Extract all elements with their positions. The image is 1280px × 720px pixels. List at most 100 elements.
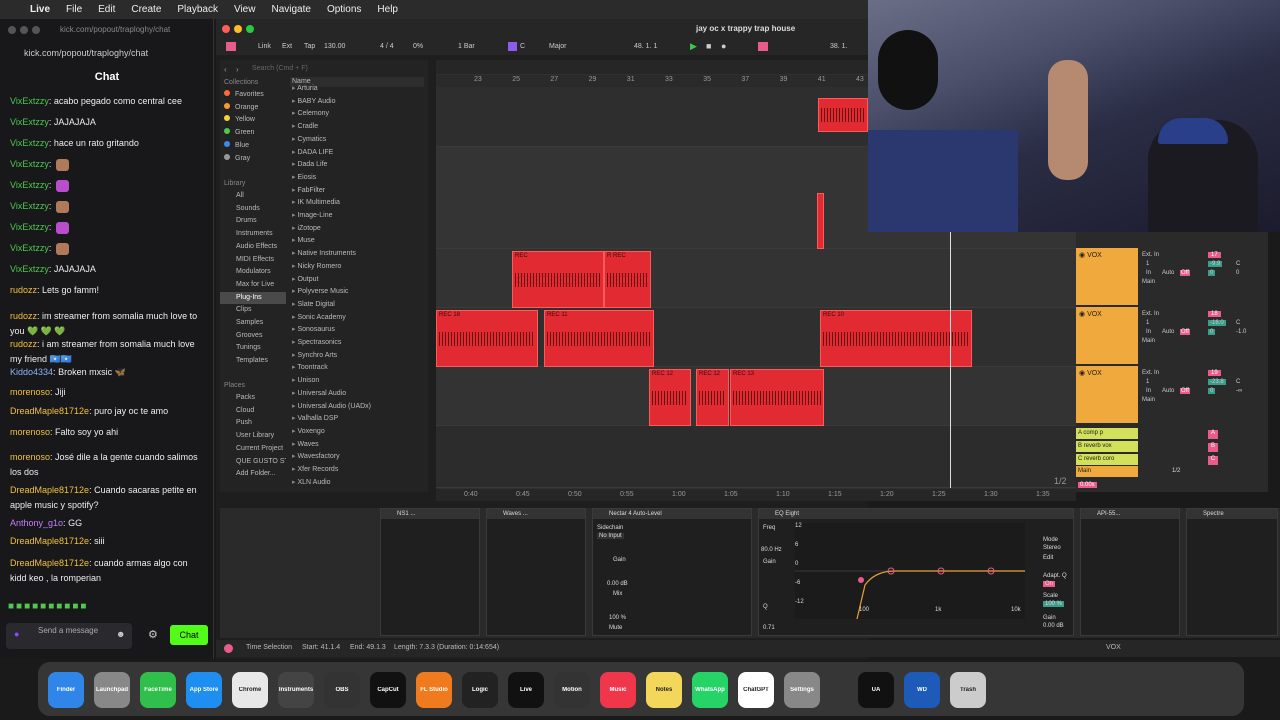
plugin-folder[interactable]: ▸ DADA LIFE [292, 147, 426, 160]
key-menu[interactable]: C [520, 43, 525, 50]
window-zoom-button[interactable] [32, 26, 40, 34]
mix-value[interactable]: 100 % [609, 615, 626, 621]
input-channel-select[interactable]: 1 [1146, 320, 1149, 326]
plugin-folder[interactable]: ▸ BABY Audio [292, 96, 426, 109]
chat-username[interactable]: VixExtzzy [10, 243, 49, 253]
chat-username[interactable]: DreadMaple81712e [10, 558, 89, 568]
track-pan[interactable]: C [1236, 379, 1240, 385]
audio-clip[interactable]: REC [512, 251, 604, 308]
window-minimize-button[interactable] [234, 25, 242, 33]
microphone-icon[interactable]: ● [14, 629, 19, 639]
info-icon[interactable] [224, 644, 233, 653]
plugin-folder[interactable]: ▸ Cradle [292, 121, 426, 134]
return-track-b[interactable]: B reverb vox [1076, 441, 1138, 452]
monitor-auto[interactable]: Auto [1162, 270, 1174, 276]
plugin-folder[interactable]: ▸ FabFilter [292, 185, 426, 198]
track-number[interactable]: 19 [1208, 370, 1221, 376]
library-item[interactable]: Tunings [220, 342, 286, 355]
chat-username[interactable]: VixExtzzy [10, 117, 49, 127]
window-close-button[interactable] [8, 26, 16, 34]
plugin-folder[interactable]: ▸ Image-Line [292, 210, 426, 223]
window-close-button[interactable] [222, 25, 230, 33]
track-fold-icon[interactable]: ◉ [1079, 252, 1087, 259]
menu-edit[interactable]: Edit [98, 4, 115, 15]
chrome-app-icon[interactable]: Chrome [232, 672, 268, 708]
track-fold-icon[interactable]: ◉ [1079, 311, 1087, 318]
track-number[interactable]: 18 [1208, 311, 1221, 317]
places-item[interactable]: Push [224, 417, 286, 430]
plugin-folder[interactable]: ▸ Universal Audio (UADx) [292, 401, 426, 414]
places-item[interactable]: QUE GUSTO ST [224, 456, 286, 469]
monitor-auto[interactable]: Auto [1162, 329, 1174, 335]
forward-icon[interactable]: › [236, 65, 239, 74]
settings-icon[interactable]: ⚙ [148, 628, 158, 641]
chat-username[interactable]: rudozz [10, 285, 37, 295]
chat-username[interactable]: VixExtzzy [10, 180, 49, 190]
places-item[interactable]: Packs [224, 392, 286, 405]
input-type-select[interactable]: Ext. In [1142, 311, 1159, 317]
plugin-device[interactable]: Nectar 4 Auto-Level Sidechain No Input G… [592, 508, 752, 636]
back-icon[interactable]: ‹ [224, 65, 227, 74]
stop-icon[interactable]: ■ [706, 41, 711, 51]
eq-eight-device[interactable]: EQ Eight Freq 80.0 Hz Gain Q 0.71 12 6 0 -6… [758, 508, 1074, 636]
return-track-c[interactable]: C reverb coro [1076, 454, 1138, 465]
chat-username[interactable]: VixExtzzy [10, 222, 49, 232]
menu-create[interactable]: Create [131, 4, 161, 15]
library-item[interactable]: Drums [220, 215, 286, 228]
plugin-folder[interactable]: ▸ Synchro Arts [292, 350, 426, 363]
plugin-folder[interactable]: ▸ Arturia [292, 83, 426, 96]
freq-value[interactable]: 80.0 Hz [761, 547, 782, 553]
chat-username[interactable]: morenoso [10, 427, 50, 437]
selected-track[interactable]: VOX [1106, 644, 1121, 651]
menu-navigate[interactable]: Navigate [271, 4, 310, 15]
arrangement-position[interactable]: 48. 1. 1 [634, 43, 657, 50]
send-a[interactable]: 0 [1208, 329, 1216, 335]
menu-view[interactable]: View [234, 4, 256, 15]
plugin-folder[interactable]: ▸ Spectrasonics [292, 337, 426, 350]
plugin-folder[interactable]: ▸ Wavesfactory [292, 451, 426, 464]
places-item[interactable]: Cloud [224, 405, 286, 418]
chat-username[interactable]: DreadMaple81712e [10, 406, 89, 416]
return-a-button[interactable]: A [1208, 430, 1218, 439]
collection-item[interactable]: Orange [224, 102, 264, 115]
ua-app-icon[interactable]: UA [858, 672, 894, 708]
gain-value[interactable]: 0.00 dB [607, 581, 628, 587]
chat-username[interactable]: VixExtzzy [10, 159, 49, 169]
trash-app-icon[interactable]: Trash [950, 672, 986, 708]
window-zoom-button[interactable] [246, 25, 254, 33]
library-item[interactable]: Clips [220, 304, 286, 317]
plugin-folder[interactable]: ▸ Eiosis [292, 172, 426, 185]
plugin-folder[interactable]: ▸ Output [292, 274, 426, 287]
emoji-icon[interactable]: ☻ [116, 629, 125, 639]
menu-file[interactable]: File [66, 4, 82, 15]
input-channel-select[interactable]: 1 [1146, 261, 1149, 267]
plugin-folder[interactable]: ▸ Muse [292, 235, 426, 248]
library-item[interactable]: Modulators [220, 266, 286, 279]
settings-app-icon[interactable]: Settings [784, 672, 820, 708]
places-item[interactable]: Current Project [224, 443, 286, 456]
menu-playback[interactable]: Playback [177, 4, 218, 15]
loop-end-field[interactable]: 38. 1. [830, 43, 848, 50]
places-item[interactable]: Add Folder... [224, 468, 286, 481]
collection-item[interactable]: Yellow [224, 114, 264, 127]
monitor-in[interactable]: In [1146, 388, 1151, 394]
chat-username[interactable]: Kiddo4334 [10, 367, 53, 377]
track-volume[interactable]: -9.9 [1208, 261, 1223, 267]
chat-username[interactable]: morenoso [10, 387, 50, 397]
track-fold-icon[interactable]: ◉ [1079, 370, 1087, 377]
places-item[interactable]: User Library [224, 430, 286, 443]
library-item[interactable]: Max for Live [220, 279, 286, 292]
scale-mode-toggle[interactable] [508, 42, 517, 51]
facetime-app-icon[interactable]: FaceTime [140, 672, 176, 708]
quantize-menu[interactable]: 1 Bar [458, 43, 475, 50]
return-b-button[interactable]: B [1208, 443, 1218, 452]
library-item[interactable]: Plug-Ins [220, 291, 286, 305]
link-toggle[interactable]: Link [258, 43, 271, 50]
stereo-mode[interactable]: Stereo [1043, 545, 1061, 551]
plugin-folder[interactable]: ▸ Nicky Romero [292, 261, 426, 274]
plugin-folder[interactable]: ▸ Cymatics [292, 134, 426, 147]
menu-options[interactable]: Options [327, 4, 361, 15]
library-item[interactable]: Samples [220, 317, 286, 330]
monitor-off[interactable]: Off [1180, 329, 1190, 335]
send-b[interactable]: -1.0 [1236, 329, 1246, 335]
